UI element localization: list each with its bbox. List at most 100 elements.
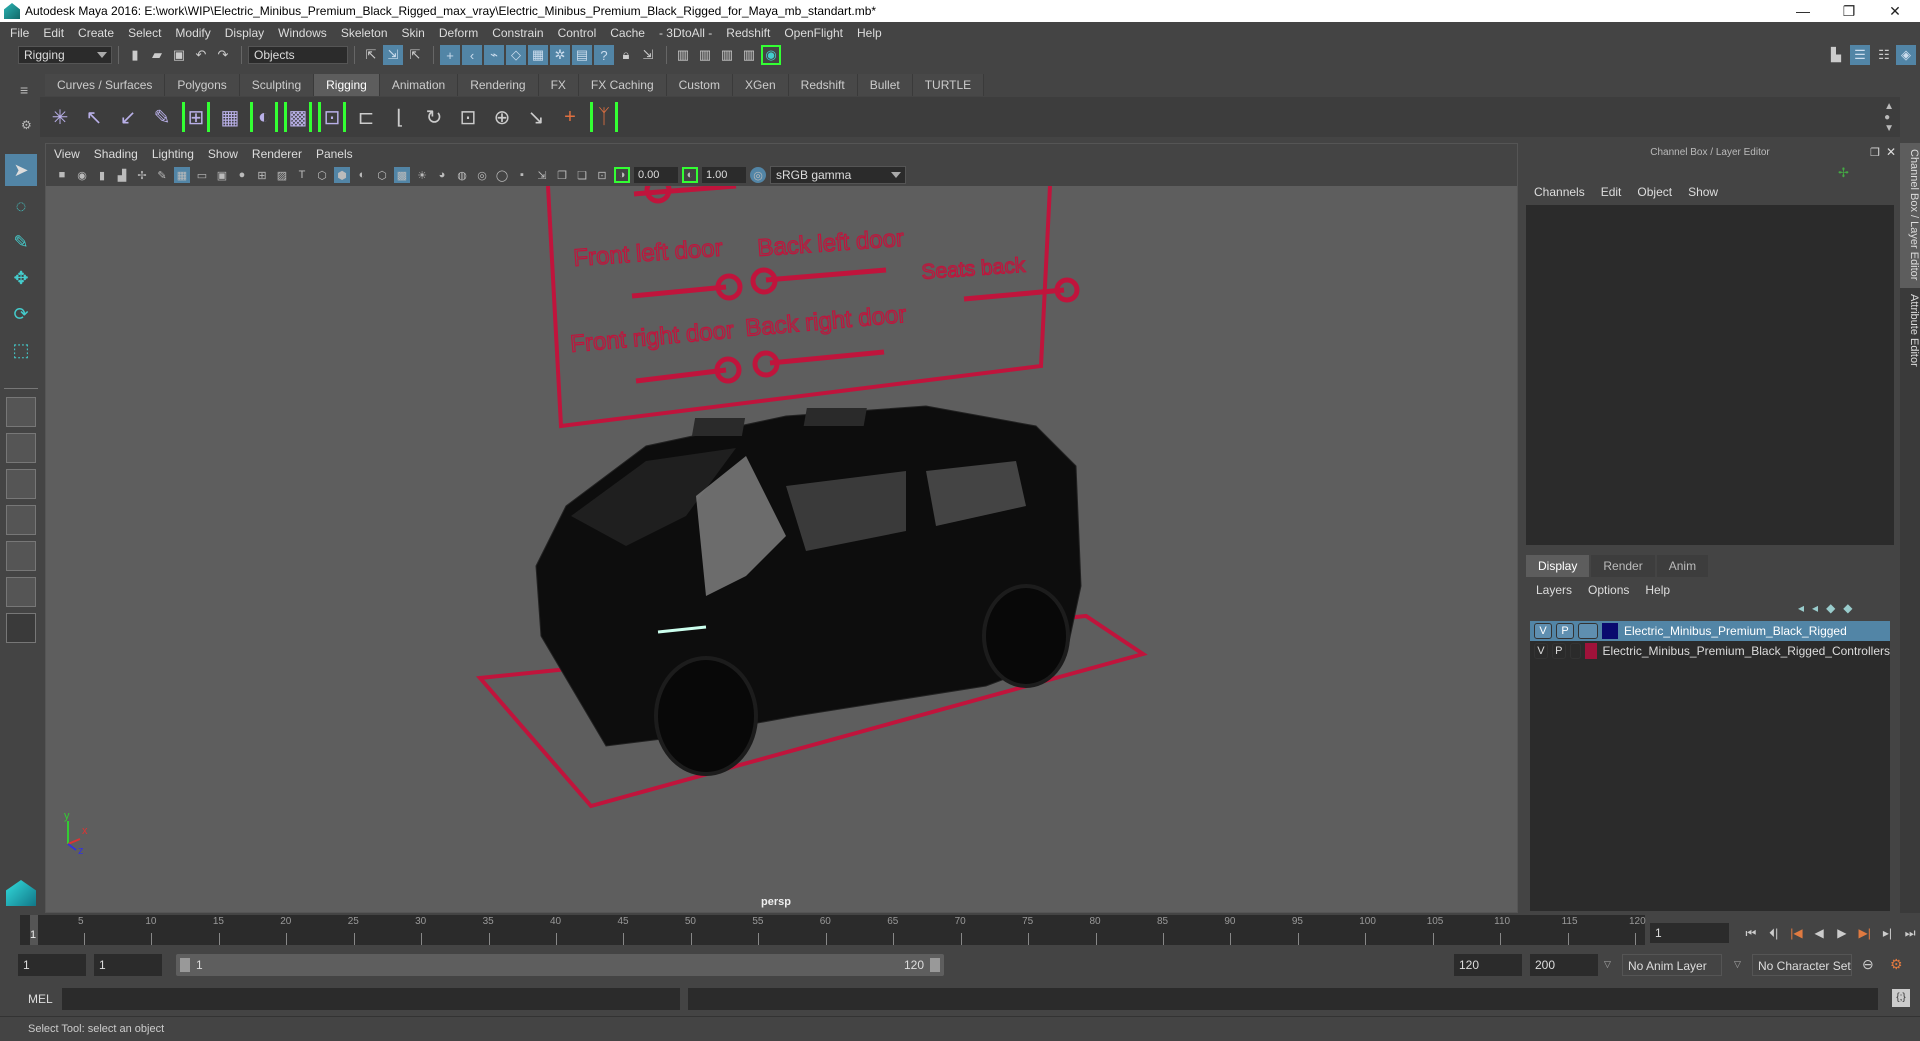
- animation-preferences-icon[interactable]: ⚙: [1890, 956, 1903, 973]
- menu-3dtoall[interactable]: - 3DtoAll -: [659, 26, 712, 40]
- move-layer-down-icon[interactable]: ◂: [1812, 601, 1826, 615]
- display-type-toggle[interactable]: [1578, 623, 1598, 639]
- 2d-pan-zoom-icon[interactable]: ✢: [134, 167, 150, 183]
- start-time-field[interactable]: 1: [18, 954, 86, 976]
- smooth-bind-icon[interactable]: ◐: [250, 102, 278, 132]
- open-scene-icon[interactable]: ▰: [147, 45, 167, 65]
- ik-spline-icon[interactable]: ↙: [114, 102, 142, 132]
- time-slider[interactable]: 1 5 10 15 20 25 30 35 40 45 50 55 60 65 70 75 80 85 90 95 10…: [20, 915, 1646, 945]
- custom-layout-icon[interactable]: [6, 613, 36, 643]
- selection-lock-icon[interactable]: ⇲: [638, 45, 658, 65]
- menu-help[interactable]: Help: [857, 26, 882, 40]
- shelf-tab-custom[interactable]: Custom: [666, 74, 733, 96]
- persp-graph-layout-icon[interactable]: [6, 505, 36, 535]
- edit-menu[interactable]: Edit: [1601, 185, 1622, 199]
- skin-cluster-icon[interactable]: ▦: [216, 102, 244, 132]
- hypershade-persp-layout-icon[interactable]: [6, 541, 36, 571]
- menu-skin[interactable]: Skin: [402, 26, 425, 40]
- shelf-tab-xgen[interactable]: XGen: [732, 74, 789, 96]
- shelf-tab-turtle[interactable]: TURTLE: [912, 74, 985, 96]
- smooth-shade-icon[interactable]: ⬢: [334, 167, 350, 183]
- depth-of-field-icon[interactable]: ▪: [514, 167, 530, 183]
- display-type-toggle[interactable]: [1569, 643, 1581, 659]
- go-to-end-icon[interactable]: ⏭: [1900, 923, 1920, 943]
- new-empty-layer-icon[interactable]: ◆: [1826, 601, 1843, 615]
- lock-icon[interactable]: 🔒︎: [616, 45, 636, 65]
- float-panel-icon[interactable]: ❐: [1870, 146, 1880, 159]
- ik-handle-icon[interactable]: ↖: [80, 102, 108, 132]
- play-forward-icon[interactable]: ▶: [1832, 923, 1852, 943]
- redo-icon[interactable]: ↷: [213, 45, 233, 65]
- shelf-tab-polygons[interactable]: Polygons: [165, 74, 240, 96]
- motion-blur-icon[interactable]: ◎: [474, 167, 490, 183]
- new-scene-icon[interactable]: ▮: [125, 45, 145, 65]
- step-back-key-icon[interactable]: ⏴︎|: [1764, 923, 1784, 943]
- shelf-tab-curves-surfaces[interactable]: Curves / Surfaces: [45, 74, 166, 96]
- four-view-layout-icon[interactable]: [6, 433, 36, 463]
- image-plane-icon[interactable]: ▟: [114, 167, 130, 183]
- snap-live-icon[interactable]: ▦: [528, 45, 548, 65]
- field-chart-icon[interactable]: ⊞: [254, 167, 270, 183]
- range-slider[interactable]: 1 120: [176, 954, 944, 976]
- use-all-lights-icon[interactable]: ☀: [414, 167, 430, 183]
- menu-edit[interactable]: Edit: [43, 26, 64, 40]
- textured-icon[interactable]: ▩: [394, 167, 410, 183]
- snap-point-icon[interactable]: ⌁: [484, 45, 504, 65]
- layer-row[interactable]: V P Electric_Minibus_Premium_Black_Rigge…: [1530, 641, 1890, 661]
- layer-color-swatch[interactable]: [1584, 643, 1597, 659]
- ipr-render-icon[interactable]: ▥: [695, 45, 715, 65]
- grease-pencil-icon[interactable]: ✎: [154, 167, 170, 183]
- grid-icon[interactable]: ▦: [174, 167, 190, 183]
- close-panel-icon[interactable]: ✕: [1886, 145, 1896, 159]
- view-transform-dropdown[interactable]: sRGB gamma: [770, 166, 906, 184]
- step-back-frame-icon[interactable]: |◀: [1787, 923, 1807, 943]
- help-menu[interactable]: Help: [1645, 583, 1670, 597]
- screen-space-ao-icon[interactable]: ◍: [454, 167, 470, 183]
- range-start-handle[interactable]: [180, 958, 190, 972]
- viewport-menu-lighting[interactable]: Lighting: [152, 147, 194, 161]
- paint-select-tool-icon[interactable]: ✎: [5, 226, 37, 258]
- shelf-tab-rigging[interactable]: Rigging: [314, 74, 380, 96]
- color-management-icon[interactable]: ◎: [750, 167, 766, 183]
- controller-icon[interactable]: ᛉ: [590, 102, 618, 132]
- menu-file[interactable]: File: [10, 26, 29, 40]
- select-tool-icon[interactable]: ➤: [5, 154, 37, 186]
- resolution-gate-icon[interactable]: ▣: [214, 167, 230, 183]
- viewport-menu-shading[interactable]: Shading: [94, 147, 138, 161]
- go-to-start-icon[interactable]: ⏮: [1741, 923, 1761, 943]
- help-icon[interactable]: ?: [594, 45, 614, 65]
- menu-modify[interactable]: Modify: [175, 26, 210, 40]
- tool-settings-icon[interactable]: ☷: [1874, 45, 1894, 65]
- isolate-select-icon[interactable]: ⇲: [534, 167, 550, 183]
- chevron-down-icon[interactable]: ▽: [1604, 959, 1611, 970]
- menu-openflight[interactable]: OpenFlight: [784, 26, 843, 40]
- cluster-icon[interactable]: ⊡: [318, 102, 346, 132]
- end-time-field[interactable]: 200: [1530, 954, 1598, 976]
- shelf-tab-fx[interactable]: FX: [538, 74, 579, 96]
- scale-tool-icon[interactable]: ⬚: [5, 334, 37, 366]
- xray-joints-icon[interactable]: ❏: [574, 167, 590, 183]
- selection-mode-field[interactable]: Objects: [248, 46, 348, 64]
- viewport-menu-renderer[interactable]: Renderer: [252, 147, 302, 161]
- gamma-field[interactable]: 1.00: [702, 167, 746, 183]
- snap-view-icon[interactable]: ◇: [506, 45, 526, 65]
- viewport-menu-view[interactable]: View: [54, 147, 80, 161]
- maya-home-icon[interactable]: [6, 880, 36, 906]
- tab-render[interactable]: Render: [1591, 555, 1655, 577]
- safe-title-icon[interactable]: T: [294, 167, 310, 183]
- outliner-persp-layout-icon[interactable]: [6, 469, 36, 499]
- safe-action-icon[interactable]: ▨: [274, 167, 290, 183]
- visibility-toggle[interactable]: V: [1534, 643, 1548, 659]
- undo-icon[interactable]: ↶: [191, 45, 211, 65]
- menu-redshift[interactable]: Redshift: [726, 26, 770, 40]
- minibus-model[interactable]: [535, 405, 1082, 776]
- side-tab-channel-box[interactable]: Channel Box / Layer Editor: [1900, 143, 1920, 288]
- 3d-viewport[interactable]: Front left door Back left door Seats bac…: [46, 186, 1517, 912]
- bookmark-icon[interactable]: ▮: [94, 167, 110, 183]
- snap-grid-icon[interactable]: +: [440, 45, 460, 65]
- attribute-editor-toggle-icon[interactable]: ☰: [1850, 45, 1870, 65]
- aim-constraint-icon[interactable]: ⊕: [488, 102, 516, 132]
- render-view-icon[interactable]: ▤: [572, 45, 592, 65]
- step-forward-key-icon[interactable]: ▸|: [1878, 923, 1898, 943]
- mel-label[interactable]: MEL: [28, 992, 53, 1006]
